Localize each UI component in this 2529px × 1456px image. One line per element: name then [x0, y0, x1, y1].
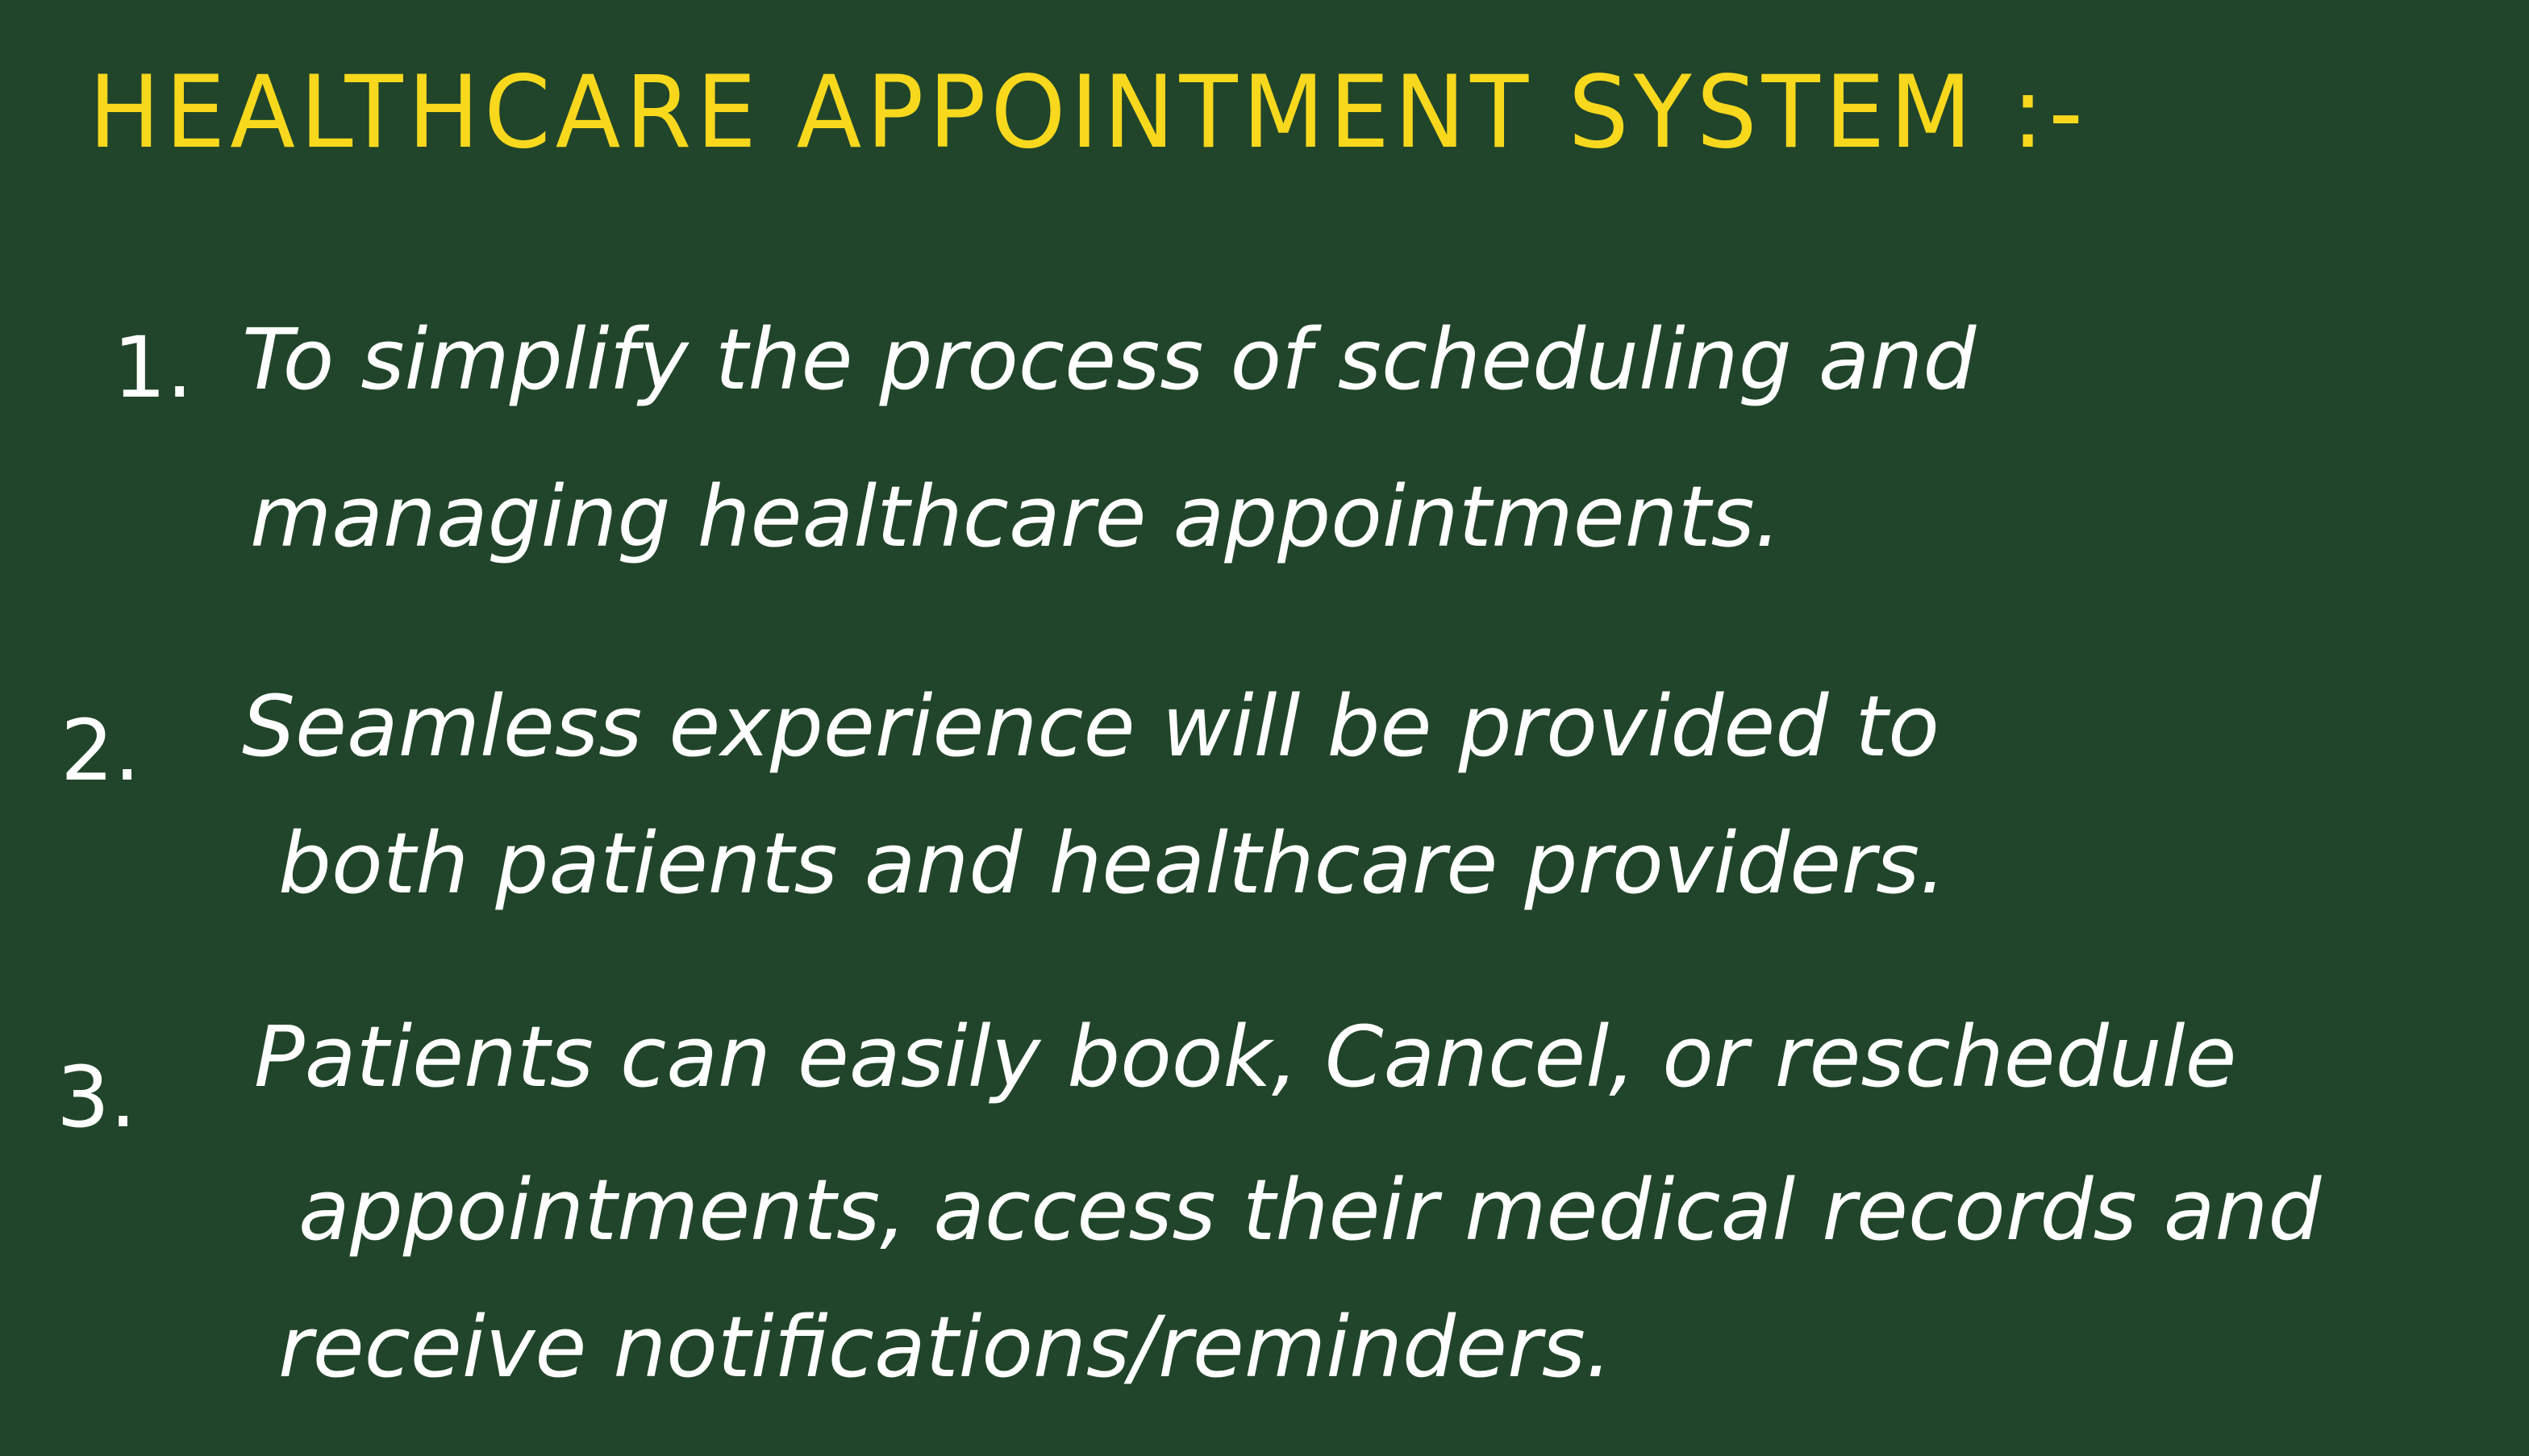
page-title: HEALTHCARE APPOINTMENT SYSTEM :- — [89, 53, 2088, 171]
point-3-line-2: appointments, access their medical recor… — [298, 1161, 2322, 1259]
point-1-number: 1. — [113, 318, 194, 417]
point-3-number: 3. — [56, 1048, 137, 1146]
point-1-line-1: To simplify the process of scheduling an… — [242, 310, 1977, 409]
point-2-line-1: Seamless experience will be provided to — [242, 677, 1939, 776]
point-2-line-2: both patients and healthcare providers. — [278, 814, 1947, 913]
point-1-line-2: managing healthcare appointments. — [250, 468, 1781, 566]
point-3-line-3: receive notifications/reminders. — [278, 1298, 1612, 1396]
point-2-number: 2. — [60, 701, 141, 800]
point-3-line-1: Patients can easily book, Cancel, or res… — [254, 1008, 2237, 1106]
